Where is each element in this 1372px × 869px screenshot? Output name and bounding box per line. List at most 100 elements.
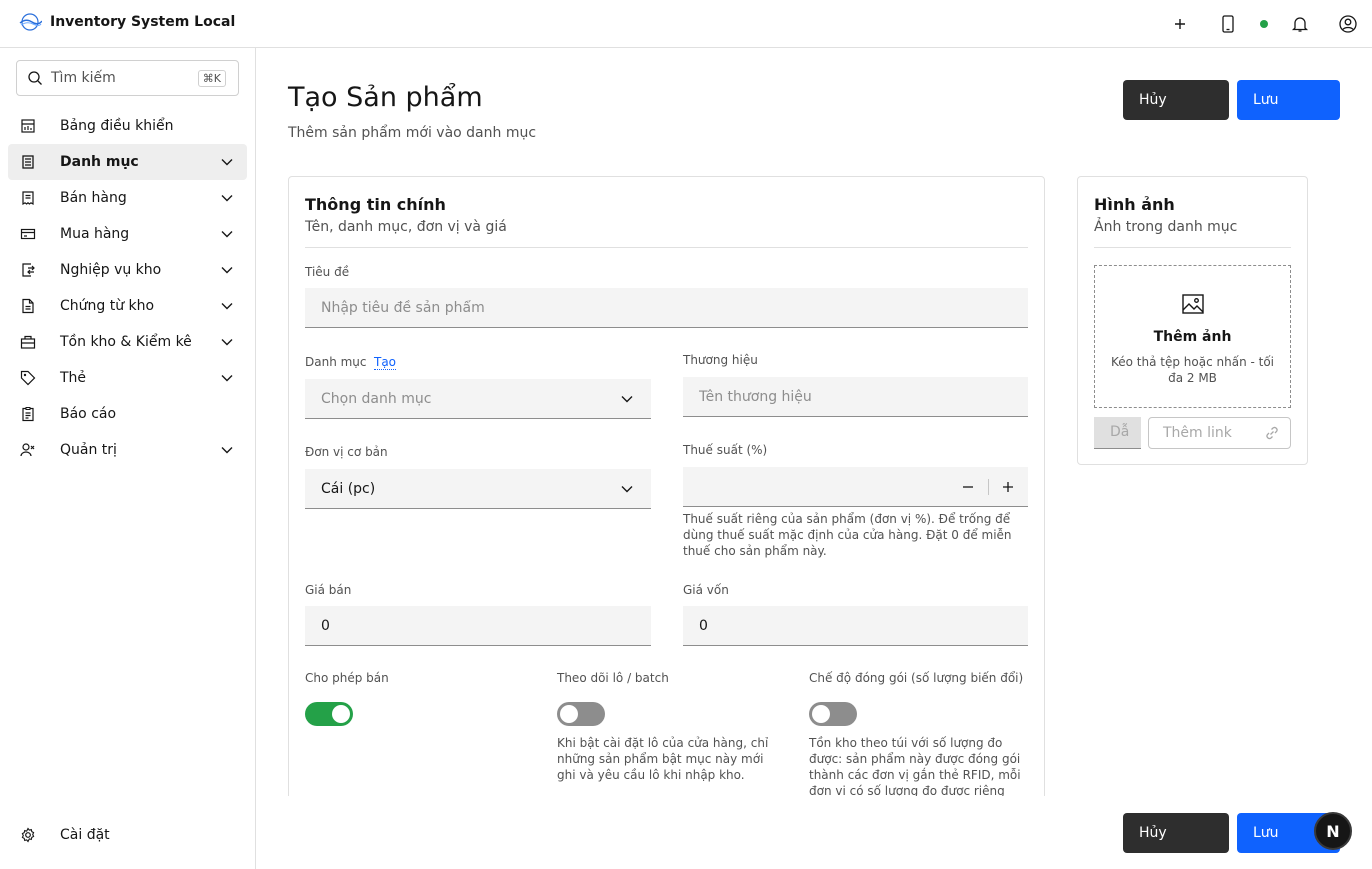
image-icon [1182, 294, 1204, 314]
brand-label: Thương hiệu [683, 353, 758, 367]
sidebar-item-label: Quản trị [60, 442, 117, 458]
image-dropzone[interactable]: Thêm ảnh Kéo thả tệp hoặc nhấn - tối đa … [1094, 265, 1291, 408]
price-label: Giá bán [305, 583, 352, 597]
batch-tracking-label: Theo dõi lô / batch [557, 671, 669, 685]
batch-tracking-helper: Khi bật cài đặt lô của cửa hàng, chỉ nhữ… [557, 736, 769, 782]
image-url-field[interactable]: Dẫ [1094, 417, 1141, 449]
chevron-down-icon [219, 298, 235, 314]
price-input[interactable] [305, 606, 651, 646]
image-card: Hình ảnh Ảnh trong danh mục Thêm ảnh Kéo… [1077, 176, 1308, 465]
sidebar-item-label: Bảng điều khiển [60, 118, 174, 134]
chevron-down-icon [219, 226, 235, 242]
tag-icon [20, 370, 36, 386]
sidebar-item-settings[interactable]: Cài đặt [8, 817, 247, 853]
sidebar-item-dashboard[interactable]: Bảng điều khiển [8, 108, 247, 144]
category-select-value: Chọn danh mục [321, 390, 432, 407]
packaging-mode-toggle[interactable] [809, 702, 857, 726]
chevron-down-icon [619, 391, 635, 407]
notification-icon[interactable] [1288, 12, 1312, 36]
card-title: Thông tin chính [305, 195, 446, 214]
stepper-divider [988, 479, 989, 495]
status-dot [1260, 20, 1268, 28]
divider [1094, 247, 1291, 248]
sidebar-item-tags[interactable]: Thẻ [8, 360, 247, 396]
image-link-placeholder: Thêm link [1163, 425, 1232, 441]
tax-label: Thuế suất (%) [683, 443, 768, 457]
sidebar-item-catalog[interactable]: Danh mục [8, 144, 247, 180]
sidebar-item-documents[interactable]: Chứng từ kho [8, 288, 247, 324]
search-shortcut: ⌘K [197, 69, 226, 87]
search-box[interactable]: Tìm kiếm ⌘K [16, 60, 239, 96]
page-title: Tạo Sản phẩm [288, 82, 483, 113]
gear-icon [20, 827, 36, 843]
add-image-help: Kéo thả tệp hoặc nhấn - tối đa 2 MB [1110, 355, 1275, 385]
sidebar-item-label: Tồn kho & Kiểm kê [60, 334, 192, 350]
unit-select[interactable]: Cái (pc) [305, 469, 651, 509]
document-icon [20, 298, 36, 314]
top-bar: Inventory System Local [0, 0, 1372, 48]
catalog-icon [20, 154, 36, 170]
card-subtitle: Tên, danh mục, đơn vị và giá [305, 219, 507, 235]
tablet-icon[interactable] [1216, 12, 1240, 36]
sales-icon [20, 190, 36, 206]
sidebar-item-label: Danh mục [60, 154, 139, 170]
chevron-down-icon [219, 154, 235, 170]
divider [305, 247, 1028, 248]
add-icon[interactable] [1168, 12, 1192, 36]
sidebar-item-purchase[interactable]: Mua hàng [8, 216, 247, 252]
save-button[interactable]: Lưu [1237, 80, 1340, 120]
allow-sale-label: Cho phép bán [305, 671, 389, 685]
card-title: Hình ảnh [1094, 195, 1175, 214]
brand-input[interactable] [683, 377, 1028, 417]
allow-sale-toggle[interactable] [305, 702, 353, 726]
search-icon [28, 71, 42, 85]
sidebar-item-sales[interactable]: Bán hàng [8, 180, 247, 216]
sidebar-item-admin[interactable]: Quản trị [8, 432, 247, 468]
sidebar-item-label: Chứng từ kho [60, 298, 155, 314]
toggle-knob [332, 705, 350, 723]
assistant-badge[interactable]: N [1314, 812, 1352, 850]
card-subtitle: Ảnh trong danh mục [1094, 219, 1238, 235]
sidebar: Tìm kiếm ⌘K Bảng điều khiển Danh mục Bán… [0, 48, 256, 869]
create-category-link[interactable]: Tạo [374, 355, 397, 370]
sidebar-item-label: Mua hàng [60, 226, 130, 242]
page-subtitle: Thêm sản phẩm mới vào danh mục [288, 125, 537, 141]
dashboard-icon [20, 118, 36, 134]
category-label: Danh mục [305, 355, 367, 369]
chevron-down-icon [219, 334, 235, 350]
category-select[interactable]: Chọn danh mục [305, 379, 651, 419]
search-input[interactable]: Tìm kiếm [51, 70, 198, 86]
stock-icon [20, 334, 36, 350]
unit-label: Đơn vị cơ bản [305, 445, 388, 459]
add-image-title: Thêm ảnh [1153, 329, 1232, 345]
image-link-input[interactable]: Thêm link [1148, 417, 1291, 449]
sidebar-item-warehouse-ops[interactable]: Nghiệp vụ kho [8, 252, 247, 288]
user-avatar-icon[interactable] [1336, 12, 1360, 36]
purchase-icon [20, 226, 36, 242]
sidebar-item-reports[interactable]: Báo cáo [8, 396, 247, 432]
title-input[interactable] [305, 288, 1028, 328]
sidebar-item-label: Bán hàng [60, 190, 127, 206]
footer-cancel-button[interactable]: Hủy [1123, 813, 1229, 853]
app-title: Inventory System Local [50, 14, 236, 30]
title-label: Tiêu đề [305, 265, 350, 279]
cancel-button[interactable]: Hủy [1123, 80, 1229, 120]
tax-helper-text: Thuế suất riêng của sản phẩm (đơn vị %).… [683, 512, 1012, 558]
chevron-down-icon [219, 262, 235, 278]
main-info-card: Thông tin chính Tên, danh mục, đơn vị và… [288, 176, 1045, 816]
batch-tracking-toggle[interactable] [557, 702, 605, 726]
cost-input[interactable] [683, 606, 1028, 646]
sidebar-item-stock[interactable]: Tồn kho & Kiểm kê [8, 324, 247, 360]
sidebar-item-label: Thẻ [60, 370, 87, 386]
sidebar-item-label: Cài đặt [60, 827, 110, 843]
brand[interactable]: Inventory System Local [18, 12, 235, 32]
sidebar-item-label: Nghiệp vụ kho [60, 262, 162, 278]
chevron-down-icon [619, 481, 635, 497]
unit-select-value: Cái (pc) [321, 480, 376, 497]
increment-button[interactable] [996, 475, 1020, 499]
decrement-button[interactable] [956, 475, 980, 499]
sidebar-item-label: Báo cáo [60, 406, 117, 422]
chevron-down-icon [219, 442, 235, 458]
toggle-knob [560, 705, 578, 723]
toggle-knob [812, 705, 830, 723]
